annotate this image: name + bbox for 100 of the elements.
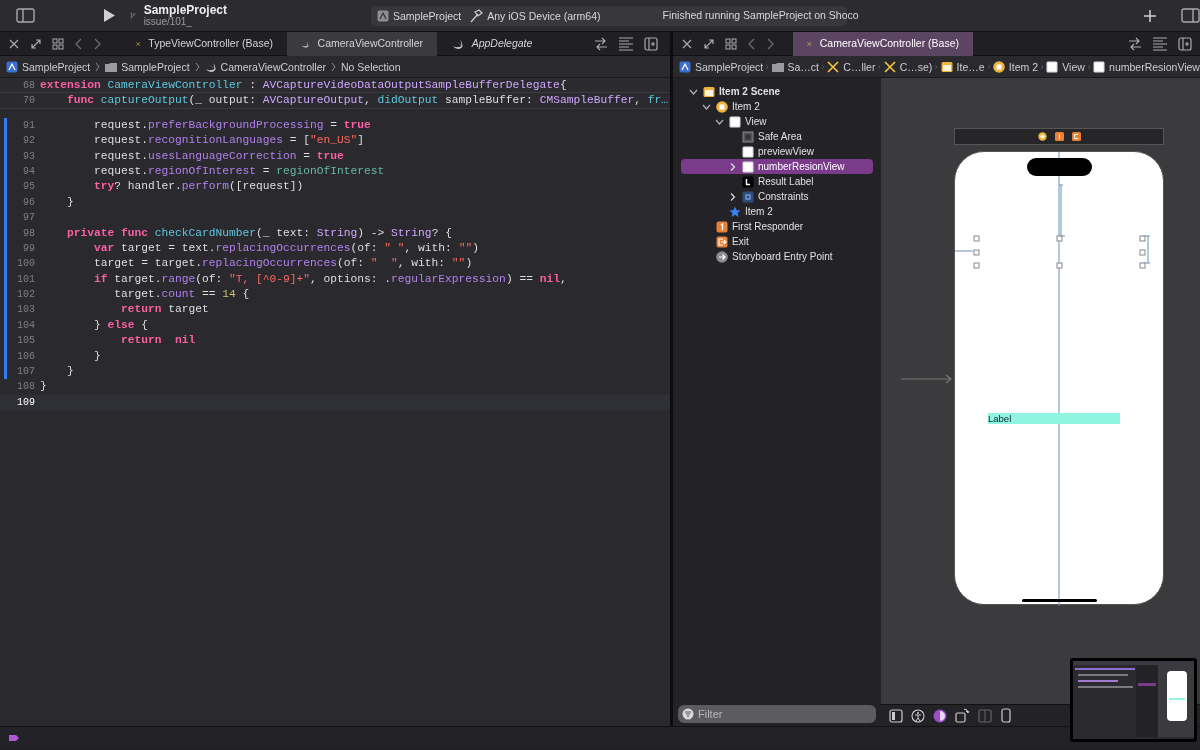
scene-icon [703,85,715,98]
line-number: 95 [22,180,36,195]
code-line: } else { [93,317,149,333]
breadcrumb-item[interactable]: No Selection [341,60,401,73]
outline-item[interactable]: Safe Area [681,129,873,144]
device-button[interactable] [1000,708,1012,723]
close-button[interactable] [8,37,20,50]
code-line: } [66,194,74,210]
line-number: 96 [22,195,36,210]
disclosure-icon[interactable] [728,192,737,201]
breadcrumb-item[interactable]: C…se) [883,60,933,73]
label-view: Label [988,413,1120,424]
breadcrumb-item[interactable]: SampleProject [105,60,190,73]
lines-button[interactable] [1152,35,1168,52]
line-number: 107 [16,365,36,380]
breadcrumb-item[interactable]: SampleProject [679,60,764,73]
outline-item[interactable]: Constraints [681,189,873,204]
grid-icon [52,37,64,50]
expand-button[interactable] [30,37,42,50]
expand-button[interactable] [703,37,715,50]
forward-icon [766,37,775,50]
swap-button[interactable] [594,36,608,51]
controller-icon[interactable] [1037,132,1047,141]
breadcrumb-item[interactable]: CameraViewController [204,60,326,73]
editor-tab[interactable]: TypeViewController (Base) [122,31,287,56]
destination-selector[interactable]: Any iOS Device (arm64) [469,8,601,23]
notch [1027,158,1092,176]
responder-icon [716,220,728,233]
breadcrumb-item[interactable]: SampleProject [6,60,91,73]
code-line: request.regionOfInterest = regionOfInterest [93,163,385,179]
forward-button[interactable] [93,37,102,50]
breadcrumb-item[interactable]: numberResionView [1093,60,1200,73]
outline-toggle-button[interactable] [889,708,903,723]
back-button[interactable] [747,37,756,50]
line-number: 91 [22,118,36,133]
sidebar-toggle-button[interactable] [16,7,35,24]
add-editor-icon [1178,36,1192,51]
forward-button[interactable] [766,37,775,50]
back-button[interactable] [74,37,83,50]
breadcrumb-item[interactable]: Ite…e [940,60,985,73]
outline-item[interactable]: previewView [681,144,873,159]
safe-area-icon [742,130,754,143]
view-icon [1093,60,1106,73]
expand-icon [703,37,715,50]
outline-item[interactable]: Item 2 Scene [681,84,873,99]
outline-item[interactable]: First Responder [681,219,873,234]
appearance-button[interactable] [933,708,947,723]
swap-arrows-icon [1128,36,1142,51]
add-button[interactable] [1143,8,1157,23]
view-icon [1046,60,1059,73]
lines-button[interactable] [618,35,634,52]
line-number: 92 [22,134,36,149]
breadcrumb-item[interactable]: Item 2 [992,60,1038,73]
outline-item[interactable]: numberResionView [681,159,873,174]
tag-icon [8,733,20,743]
outline-item[interactable]: View [681,114,873,129]
outline-item[interactable]: Item 2 [681,99,873,114]
orientation-button[interactable] [955,708,970,723]
inspector-icon [1181,7,1200,24]
split-view-icon [978,708,992,723]
outline-item[interactable]: Storyboard Entry Point [681,249,873,264]
filter-icon [682,708,694,720]
breadcrumb-item[interactable]: Sa…ct [771,60,820,73]
accessibility-icon [911,708,925,723]
outline-item[interactable]: Result Label [681,174,873,189]
accessibility-button[interactable] [911,708,925,723]
outline-item[interactable]: Item 2 [681,204,873,219]
filter-field[interactable]: Filter [678,705,876,723]
exit-icon[interactable] [1071,132,1081,141]
minimap-drawing[interactable] [1070,658,1197,742]
scheme-selector[interactable]: SampleProject [377,9,462,22]
editor-tab[interactable]: CameraViewController [287,31,437,56]
close-button[interactable] [681,37,693,50]
expand-icon [30,37,42,50]
code-line: request.usesLanguageCorrection = true [93,148,344,164]
status-text: Finished running SampleProject on Shoco [662,7,859,23]
line-number: 103 [16,303,36,318]
add-editor-button[interactable] [644,36,658,51]
inspector-toggle-button[interactable] [1181,7,1200,24]
code-line: } [93,348,101,364]
code-line: if target.range(of: "T, [^0-9]+", options: .regularExpression) == nil, [93,271,567,287]
swap-button[interactable] [1128,36,1142,51]
line-number: 98 [22,226,36,241]
editor-tab[interactable]: CameraViewController (Base) [793,31,973,56]
run-button[interactable] [101,7,116,24]
line-number: 97 [22,211,36,226]
grid-button[interactable] [725,37,737,50]
editor-tab[interactable]: AppDelegate [437,31,547,56]
line-number: 102 [16,288,36,303]
outline-item[interactable]: Exit [681,234,873,249]
add-editor-button[interactable] [1178,36,1192,51]
line-number: 101 [16,272,36,287]
crossed-tools-icon [827,60,840,73]
code-line: request.preferBackgroundProcessing = true [93,117,371,133]
exit-icon [716,235,728,248]
breadcrumb-item[interactable]: C…ller [827,60,876,73]
responder-icon[interactable] [1054,132,1064,141]
grid-button[interactable] [52,37,64,50]
breadcrumb-item[interactable]: View [1046,60,1085,73]
disclosure-icon[interactable] [728,162,737,171]
